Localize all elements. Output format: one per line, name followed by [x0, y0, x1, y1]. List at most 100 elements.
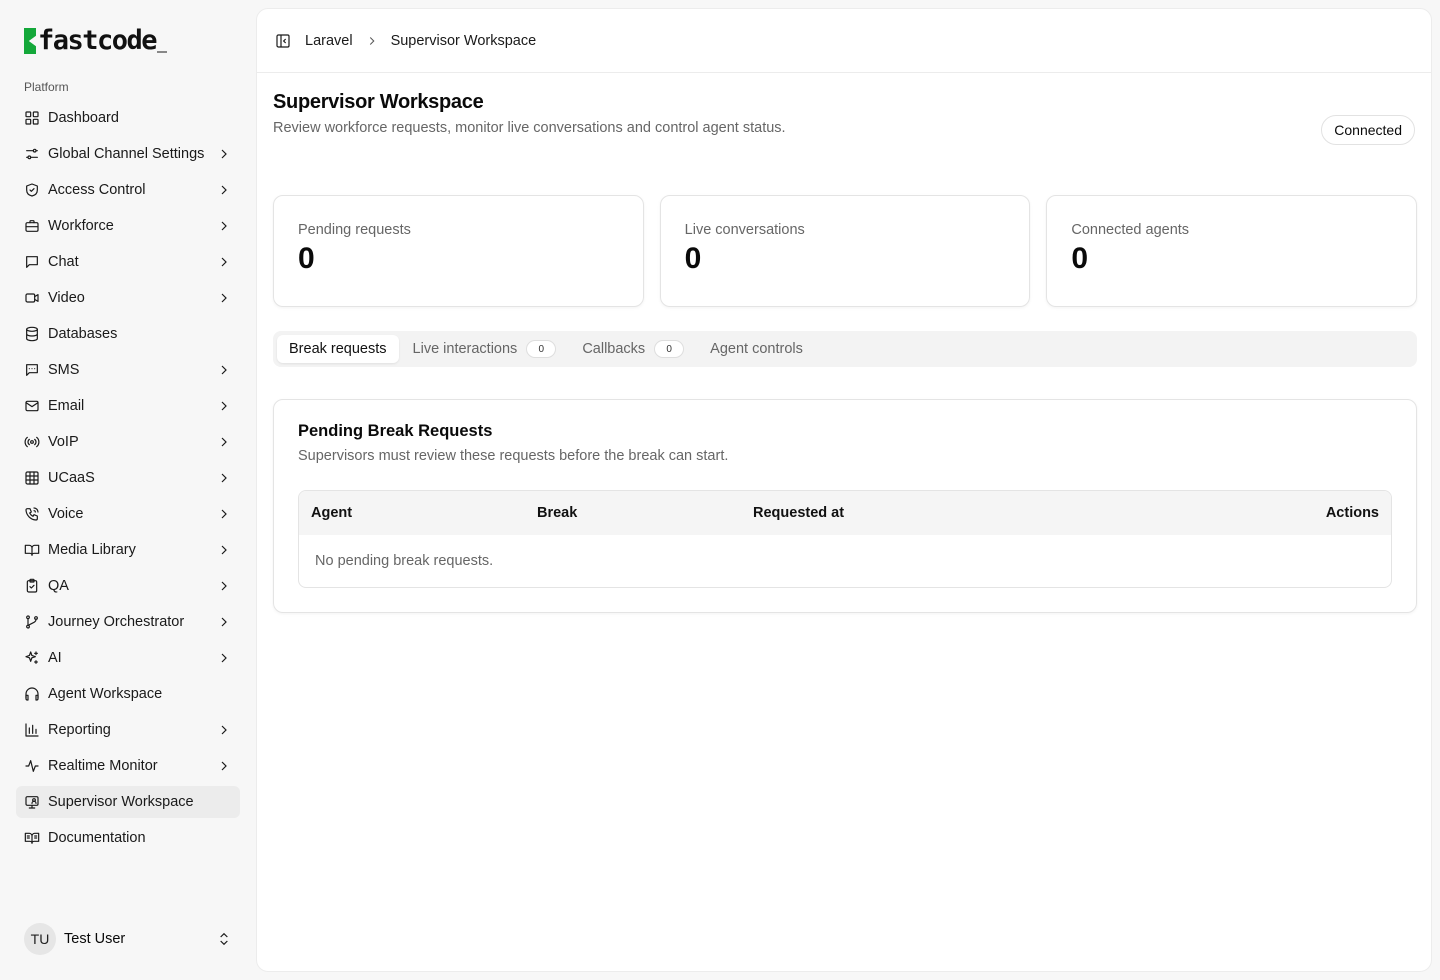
fastcode-logo[interactable]: fastcode — [24, 26, 168, 56]
grid-icon — [24, 470, 40, 486]
mail-icon — [24, 398, 40, 414]
chevron-right-icon — [216, 146, 232, 162]
sidebar-item-databases[interactable]: Databases — [16, 318, 240, 350]
column-header-break: Break — [537, 505, 578, 521]
clipboard-check-icon — [24, 578, 40, 594]
sidebar-group-label: Platform — [24, 80, 69, 94]
user-menu[interactable]: TU Test User — [16, 918, 240, 960]
chevron-right-icon — [216, 290, 232, 306]
tab-label: Callbacks — [582, 341, 646, 357]
sidebar-item-label: Voice — [48, 506, 84, 522]
sidebar-item-documentation[interactable]: Documentation — [16, 822, 240, 854]
stat-label: Live conversations — [684, 222, 805, 238]
sidebar-item-label: Documentation — [48, 830, 146, 846]
main-panel: Laravel Supervisor Workspace Supervisor … — [256, 8, 1432, 972]
stat-value: 0 — [1071, 242, 1089, 275]
chevron-right-icon — [216, 722, 232, 738]
connection-status-badge: Connected — [1321, 115, 1415, 145]
sidebar-item-label: Realtime Monitor — [48, 758, 158, 774]
chevron-right-icon — [216, 542, 232, 558]
card-subtitle: Supervisors must review these requests b… — [298, 448, 729, 464]
briefcase-icon — [24, 218, 40, 234]
sidebar-item-label: VoIP — [48, 434, 79, 450]
empty-state-text: No pending break requests. — [315, 553, 494, 569]
sidebar-item-qa[interactable]: QA — [16, 570, 240, 602]
chevron-right-icon — [216, 506, 232, 522]
sidebar-item-label: AI — [48, 650, 62, 666]
sidebar-item-dashboard[interactable]: Dashboard — [16, 102, 240, 134]
sidebar-item-label: Global Channel Settings — [48, 146, 205, 162]
sidebar-item-ucaas[interactable]: UCaaS — [16, 462, 240, 494]
chevron-right-icon — [216, 362, 232, 378]
sidebar-item-media-library[interactable]: Media Library — [16, 534, 240, 566]
sparkles-icon — [24, 650, 40, 666]
sidebar-item-chat[interactable]: Chat — [16, 246, 240, 278]
sidebar-item-reporting[interactable]: Reporting — [16, 714, 240, 746]
sidebar-item-voip[interactable]: VoIP — [16, 426, 240, 458]
sidebar-item-sms[interactable]: SMS — [16, 354, 240, 386]
sidebar-item-label: Email — [48, 398, 85, 414]
tab-break-requests[interactable]: Break requests — [277, 335, 399, 363]
tab-live-interactions[interactable]: Live interactions 0 — [401, 335, 569, 363]
sidebar-item-ai[interactable]: AI — [16, 642, 240, 674]
sidebar-item-label: Supervisor Workspace — [48, 794, 194, 810]
tab-count-badge: 0 — [654, 340, 685, 358]
sidebar-toggle-icon[interactable] — [275, 33, 291, 49]
card-title: Pending Break Requests — [298, 422, 493, 440]
sidebar-item-label: Workforce — [48, 218, 114, 234]
sidebar-item-global-channel-settings[interactable]: Global Channel Settings — [16, 138, 240, 170]
pending-break-requests-card: Pending Break Requests Supervisors must … — [273, 399, 1417, 613]
headphones-icon — [24, 686, 40, 702]
tab-callbacks[interactable]: Callbacks 0 — [570, 335, 696, 363]
avatar: TU — [24, 923, 56, 955]
chevron-right-icon — [216, 254, 232, 270]
sidebar-item-email[interactable]: Email — [16, 390, 240, 422]
chevron-right-icon — [216, 470, 232, 486]
sidebar-item-label: Agent Workspace — [48, 686, 163, 702]
sidebar-item-journey-orchestrator[interactable]: Journey Orchestrator — [16, 606, 240, 638]
chevrons-up-down-icon — [216, 931, 232, 947]
tab-label: Agent controls — [710, 341, 803, 357]
sidebar-item-video[interactable]: Video — [16, 282, 240, 314]
column-header-actions: Actions — [1325, 505, 1379, 521]
book-open-icon — [24, 542, 40, 558]
sidebar-item-label: Dashboard — [48, 110, 119, 126]
monitor-user-icon — [24, 794, 40, 810]
video-icon — [24, 290, 40, 306]
stats-row: Pending requests 0 Live conversations 0 … — [273, 195, 1418, 307]
chevron-right-icon — [216, 614, 232, 630]
sidebar-item-label: Chat — [48, 254, 79, 270]
chevron-right-icon — [216, 578, 232, 594]
stat-card-live-conversations: Live conversations 0 — [659, 195, 1031, 307]
logo-cursor — [157, 51, 168, 53]
breadcrumb-current: Supervisor Workspace — [390, 32, 537, 49]
sidebar-nav: Dashboard Global Channel Settings Access C… — [16, 102, 240, 858]
stat-value: 0 — [298, 242, 315, 275]
sidebar-item-realtime-monitor[interactable]: Realtime Monitor — [16, 750, 240, 782]
chevron-right-icon — [216, 182, 232, 198]
workspace-tabs: Break requests Live interactions 0 Callb… — [273, 331, 1417, 367]
chevron-right-icon — [216, 758, 232, 774]
tab-agent-controls[interactable]: Agent controls — [698, 335, 815, 363]
sidebar-item-agent-workspace[interactable]: Agent Workspace — [16, 678, 240, 710]
chevron-right-icon — [216, 434, 232, 450]
chat-icon — [24, 254, 40, 270]
database-icon — [24, 326, 40, 342]
git-branch-icon — [24, 614, 40, 630]
sidebar-item-workforce[interactable]: Workforce — [16, 210, 240, 242]
book-icon — [24, 830, 40, 846]
sidebar: fastcode Platform Dashboard Global Channe… — [0, 0, 256, 980]
sidebar-item-label: Video — [48, 290, 85, 306]
sidebar-item-supervisor-workspace[interactable]: Supervisor Workspace — [16, 786, 240, 818]
breadcrumb-laravel[interactable]: Laravel — [305, 33, 353, 49]
stat-label: Connected agents — [1071, 222, 1190, 238]
stat-card-connected-agents: Connected agents 0 — [1046, 195, 1418, 307]
sms-icon — [24, 362, 40, 378]
phone-icon — [24, 506, 40, 522]
sidebar-item-access-control[interactable]: Access Control — [16, 174, 240, 206]
activity-icon — [24, 758, 40, 774]
chevron-right-icon — [365, 34, 379, 48]
chevron-right-icon — [216, 218, 232, 234]
sidebar-item-voice[interactable]: Voice — [16, 498, 240, 530]
column-header-agent: Agent — [311, 505, 353, 521]
